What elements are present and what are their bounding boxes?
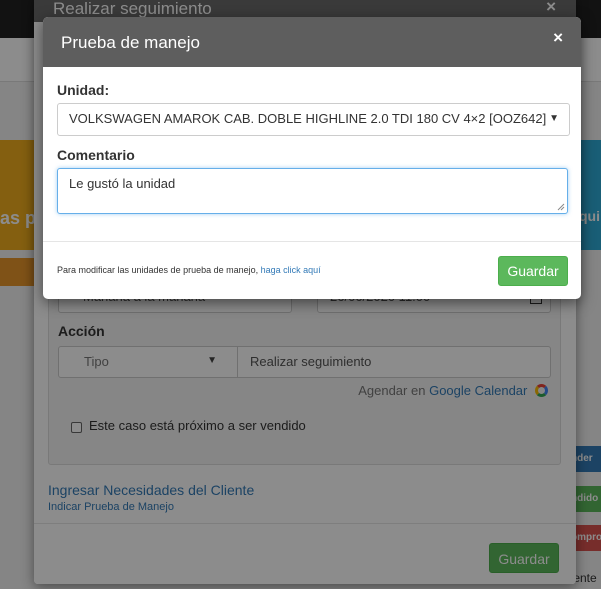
prueba-footer-note: Para modificar las unidades de prueba de…	[57, 265, 321, 275]
unidad-select-value: VOLKSWAGEN AMAROK CAB. DOBLE HIGHLINE 2.…	[69, 111, 547, 126]
prueba-footer-divider	[43, 241, 581, 242]
modificar-unidades-link[interactable]: haga click aquí	[261, 265, 321, 275]
prueba-guardar-button[interactable]: Guardar	[498, 256, 568, 286]
prueba-footer-text: Para modificar las unidades de prueba de…	[57, 265, 259, 275]
prueba-manejo-modal: Prueba de manejo × Unidad: VOLKSWAGEN AM…	[43, 17, 581, 299]
prueba-close-icon[interactable]: ×	[553, 28, 563, 48]
comentario-value: Le gustó la unidad	[69, 176, 176, 191]
comentario-textarea[interactable]: Le gustó la unidad	[57, 168, 568, 214]
prueba-modal-header: Prueba de manejo ×	[43, 17, 581, 67]
unidad-label: Unidad:	[57, 82, 110, 98]
resize-handle-icon[interactable]	[557, 203, 565, 211]
chevron-down-icon: ▼	[549, 113, 559, 124]
comentario-label: Comentario	[57, 147, 135, 163]
unidad-select[interactable]: VOLKSWAGEN AMAROK CAB. DOBLE HIGHLINE 2.…	[57, 103, 570, 136]
prueba-modal-title: Prueba de manejo	[61, 33, 200, 52]
